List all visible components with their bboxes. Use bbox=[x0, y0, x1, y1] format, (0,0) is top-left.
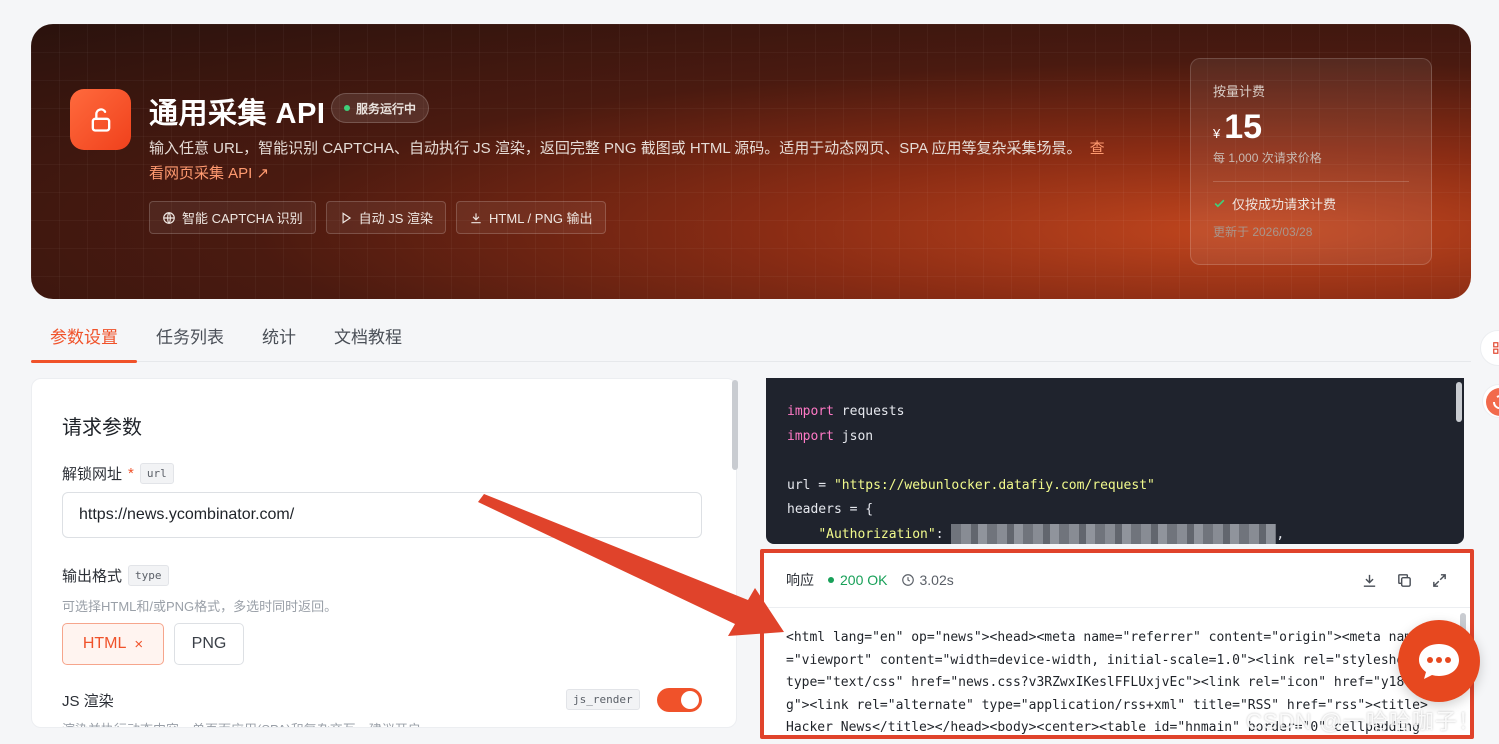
code-line: import json bbox=[787, 425, 1443, 450]
feature-captcha: 智能 CAPTCHA 识别 bbox=[149, 201, 316, 234]
option-label: PNG bbox=[191, 635, 227, 652]
required-mark: * bbox=[128, 465, 134, 482]
response-header: 响应 200 OK 3.02s bbox=[764, 553, 1470, 608]
pricing-updated: 更新于 2026/03/28 bbox=[1213, 225, 1313, 239]
pricing-card: 按量计费 ¥ 15 每 1,000 次请求价格 仅按成功请求计费 更新于 202… bbox=[1190, 58, 1432, 265]
label-text: JS 渲染 bbox=[62, 693, 114, 710]
watermark: CSDN @一哈哈咖子！ bbox=[1246, 709, 1481, 734]
code-text: requests bbox=[833, 404, 905, 419]
check-icon bbox=[1214, 199, 1225, 208]
response-line: <html lang="en" op="news"><head><meta na… bbox=[786, 630, 1420, 645]
code-text: json bbox=[833, 428, 874, 444]
feature-js: 自动 JS 渲染 bbox=[325, 201, 447, 234]
code-line: headers = { bbox=[787, 498, 1443, 523]
hero-banner: 通用采集 API 服务运行中 输入任意 URL，智能识别 CAPTCHA、自动执… bbox=[31, 24, 1471, 299]
label-text: 输出格式 bbox=[62, 568, 123, 585]
response-title: 响应 bbox=[786, 572, 814, 588]
status-dot-icon bbox=[344, 105, 350, 111]
type-help-text: 可选择HTML和/或PNG格式，多选时同时返回。 bbox=[62, 599, 338, 614]
panel-title: 请求参数 bbox=[62, 417, 142, 439]
tab-tasks[interactable]: 任务列表 bbox=[137, 316, 243, 362]
label-text: 解锁网址 bbox=[62, 466, 123, 483]
pricing-label: 按量计费 bbox=[1213, 84, 1266, 99]
pricing-price: ¥ 15 bbox=[1213, 108, 1409, 147]
tab-params[interactable]: 参数设置 bbox=[31, 316, 137, 363]
download-icon[interactable] bbox=[1361, 572, 1378, 589]
pricing-note: 仅按成功请求计费 bbox=[1213, 194, 1409, 213]
code-text: : bbox=[935, 526, 952, 542]
format-option-html[interactable]: HTML × bbox=[62, 623, 164, 665]
js-render-toggle[interactable] bbox=[657, 688, 702, 712]
code-keyword: import bbox=[787, 428, 834, 444]
url-input[interactable] bbox=[62, 492, 702, 538]
feature-label: 智能 CAPTCHA 识别 bbox=[182, 211, 303, 226]
globe-icon bbox=[163, 211, 175, 224]
code-text: , bbox=[1276, 526, 1285, 542]
play-icon bbox=[342, 211, 351, 224]
pricing-note-text: 仅按成功请求计费 bbox=[1232, 197, 1337, 212]
description-text: 输入任意 URL，智能识别 CAPTCHA、自动执行 JS 渲染，返回完整 PN… bbox=[149, 140, 1082, 157]
response-time: 3.02s bbox=[901, 572, 954, 588]
side-tool-avatar[interactable] bbox=[1482, 384, 1499, 418]
response-line: type="text/css" href="news.css?v3RZwxIKe… bbox=[786, 675, 1436, 690]
status-badge: 服务运行中 bbox=[331, 93, 430, 123]
param-tag: type bbox=[128, 565, 169, 586]
copy-icon[interactable] bbox=[1396, 572, 1413, 589]
code-sample: import requests import json url = "https… bbox=[766, 378, 1464, 544]
param-tag: js_render bbox=[566, 689, 640, 710]
hero-description: 输入任意 URL，智能识别 CAPTCHA、自动执行 JS 渲染，返回完整 PN… bbox=[149, 136, 1109, 186]
js-field-label: JS 渲染 bbox=[62, 690, 114, 711]
grid-icon bbox=[1493, 342, 1499, 354]
param-tag: url bbox=[139, 463, 174, 484]
side-tool-button[interactable] bbox=[1480, 330, 1499, 366]
refresh-icon bbox=[1486, 388, 1499, 416]
url-field-label: 解锁网址 * url bbox=[62, 463, 174, 484]
feature-output: HTML / PNG 输出 bbox=[456, 201, 606, 234]
unlock-icon bbox=[70, 89, 131, 150]
code-line: import requests bbox=[787, 400, 1443, 425]
page-title: 通用采集 API bbox=[149, 98, 326, 130]
type-field-label: 输出格式 type bbox=[62, 565, 169, 586]
redacted-token bbox=[951, 524, 1277, 544]
request-params-panel: 请求参数 解锁网址 * url 输出格式 type 可选择HTML和/或PNG格… bbox=[31, 378, 737, 728]
status-code-text: 200 OK bbox=[840, 572, 888, 588]
feature-label: HTML / PNG 输出 bbox=[489, 211, 593, 226]
chat-button[interactable] bbox=[1398, 620, 1480, 702]
feature-label: 自动 JS 渲染 bbox=[358, 211, 434, 226]
chat-icon bbox=[1419, 644, 1459, 679]
scrollbar[interactable] bbox=[732, 380, 738, 470]
response-time-text: 3.02s bbox=[919, 572, 954, 588]
scrollbar[interactable] bbox=[1456, 382, 1462, 422]
expand-icon[interactable] bbox=[1431, 572, 1448, 589]
code-string: "Authorization" bbox=[818, 526, 936, 542]
status-code: 200 OK bbox=[828, 572, 887, 588]
tab-bar: 参数设置 任务列表 统计 文档教程 bbox=[31, 316, 1471, 363]
pricing-unit: 每 1,000 次请求价格 bbox=[1213, 151, 1322, 165]
tab-docs[interactable]: 文档教程 bbox=[315, 316, 421, 362]
remove-icon[interactable]: × bbox=[134, 636, 143, 653]
status-dot-icon bbox=[828, 577, 834, 583]
feature-list: 智能 CAPTCHA 识别 自动 JS 渲染 HTML / PNG 输出 bbox=[149, 201, 606, 234]
code-keyword: import bbox=[787, 404, 834, 419]
pricing-currency: ¥ bbox=[1213, 126, 1221, 141]
code-text: url = bbox=[787, 477, 834, 493]
response-line: ="viewport" content="width=device-width,… bbox=[786, 652, 1428, 668]
response-actions bbox=[1361, 572, 1448, 589]
format-option-png[interactable]: PNG bbox=[174, 623, 244, 665]
clock-icon bbox=[902, 574, 915, 586]
download-icon bbox=[471, 212, 481, 223]
code-line: url = "https://webunlocker.datafiy.com/r… bbox=[787, 474, 1443, 499]
code-string: "https://webunlocker.datafiy.com/request… bbox=[833, 477, 1155, 493]
js-help-text: 渲染并执行动态内容，单页面应用(SPA)和复杂交互，建议开启 bbox=[62, 719, 421, 727]
tab-stats[interactable]: 统计 bbox=[243, 316, 315, 362]
pricing-amount: 15 bbox=[1224, 108, 1263, 146]
option-label: HTML bbox=[82, 635, 127, 652]
divider bbox=[1213, 181, 1409, 182]
code-line: "Authorization": , bbox=[787, 523, 1443, 544]
code-text: headers = { bbox=[787, 502, 874, 517]
status-text: 服务运行中 bbox=[356, 101, 417, 116]
